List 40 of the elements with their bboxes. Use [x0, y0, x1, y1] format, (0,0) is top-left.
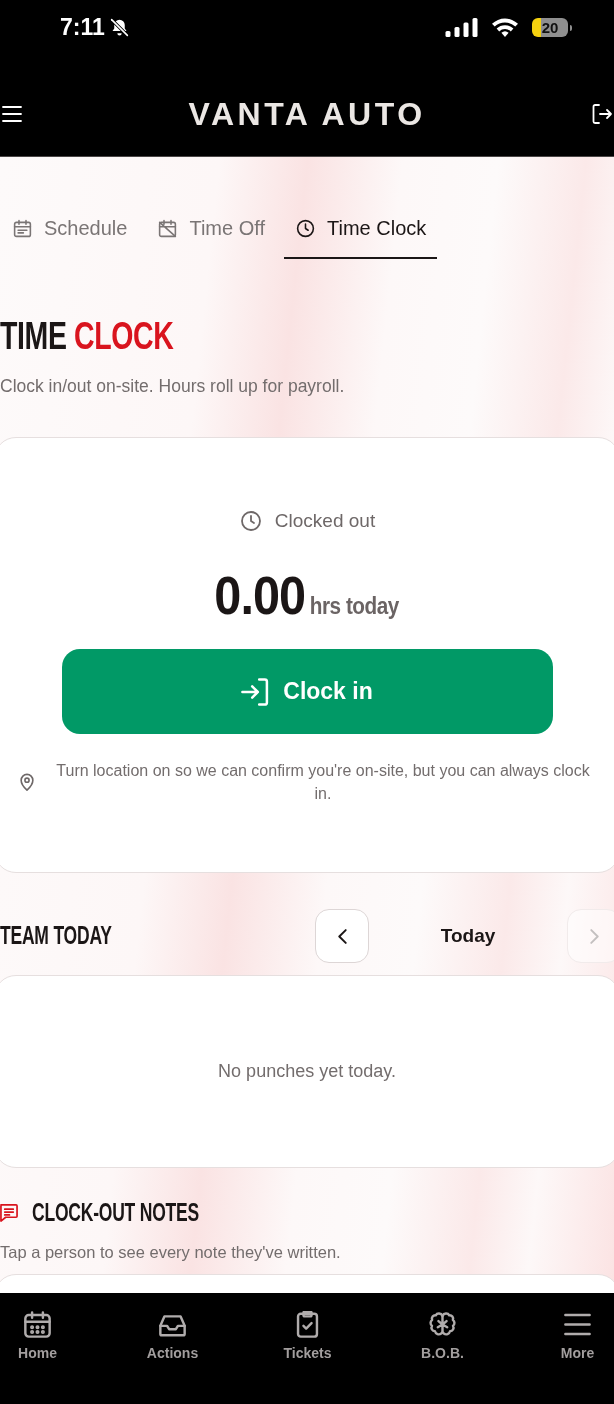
sign-in-icon [241, 677, 270, 706]
wifi-icon [492, 18, 518, 37]
nav-item[interactable]: More [556, 1311, 599, 1362]
app-logo: VANTA AUTO [188, 97, 426, 130]
menu-icon [564, 1311, 591, 1338]
battery-indicator: 20 [532, 18, 572, 37]
hours-value: 0.00 [214, 568, 306, 622]
page-title-word: CLOCK [74, 316, 174, 356]
nav-item[interactable]: Tickets [279, 1311, 336, 1362]
empty-message: No punches yet today. [218, 1060, 396, 1083]
message-lines-icon [0, 1204, 18, 1222]
nav-item[interactable]: Home [14, 1311, 61, 1362]
clock-icon [238, 509, 263, 533]
clock-in-button[interactable]: Clock in [61, 649, 553, 734]
calendar-icon [24, 1311, 51, 1338]
hours-unit: hrs today [310, 595, 400, 618]
signal-icon [445, 18, 478, 37]
bell-slash-icon [108, 17, 130, 38]
tab[interactable]: Time Clock [284, 199, 438, 259]
tab[interactable]: Time Off [146, 199, 276, 259]
calendar-icon [12, 217, 33, 239]
location-pin-icon [19, 773, 35, 791]
page-title-word: TIME [0, 316, 67, 356]
nav-item[interactable]: Actions [142, 1311, 203, 1362]
section-title: CLOCK-OUT NOTES [32, 1197, 199, 1229]
brain-icon [429, 1311, 456, 1338]
chevron-right-icon [589, 928, 599, 944]
date-label: Today [439, 923, 497, 948]
calendar-slash-icon [157, 217, 179, 239]
section-title: TEAM TODAY [0, 920, 112, 952]
section-hint: Tap a person to see every note they've written. [0, 1242, 341, 1263]
nav-item[interactable]: B.O.B. [417, 1311, 468, 1362]
clock-icon [295, 217, 316, 239]
location-note: Turn location on so we can confirm you're on-site, but you can always clock in. [55, 761, 591, 804]
status-time: 7:11 [60, 16, 105, 39]
tab[interactable]: Schedule [1, 199, 139, 259]
clipboard-check-icon [294, 1311, 321, 1338]
chevron-left-icon [337, 928, 347, 944]
page-subtitle: Clock in/out on-site. Hours roll up for payroll. [0, 375, 345, 398]
clock-status: Clocked out [274, 508, 376, 533]
